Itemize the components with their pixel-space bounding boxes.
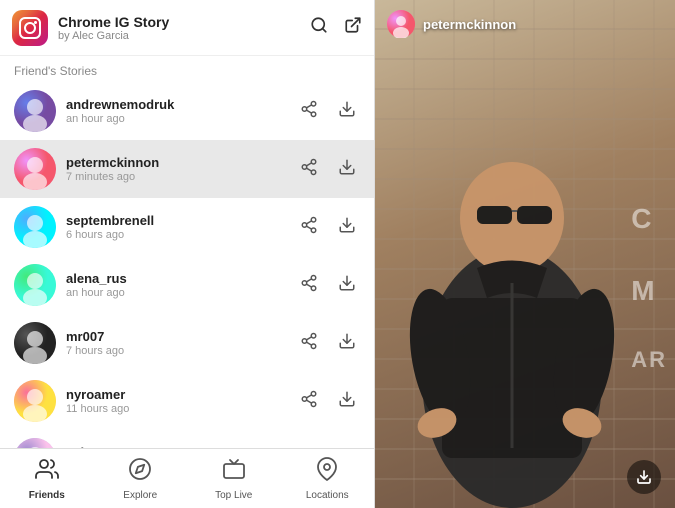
section-label: Friend's Stories	[0, 56, 374, 82]
story-info-mr007: mr007 7 hours ago	[66, 329, 296, 357]
search-icon[interactable]	[310, 16, 328, 39]
nav-label-explore: Explore	[123, 490, 157, 501]
story-username-nyroamer: nyroamer	[66, 387, 296, 402]
nav-icon-locations	[315, 457, 339, 487]
story-actions-andrewnemodruk	[296, 96, 360, 127]
share-icon-septembrenell[interactable]	[296, 212, 322, 243]
nav-icon-explore	[128, 457, 152, 487]
avatar-septembrenell	[14, 206, 56, 248]
nav-icon-friends	[35, 457, 59, 487]
story-actions-septembrenell	[296, 212, 360, 243]
person-figure	[382, 78, 642, 508]
story-info-petermckinnon: petermckinnon 7 minutes ago	[66, 155, 296, 183]
video-download-button[interactable]	[627, 460, 661, 494]
story-username-calsnape: calsnape	[66, 445, 296, 448]
overlay-ar: AR	[631, 347, 667, 373]
story-list: andrewnemodruk an hour ago petermckinnon…	[0, 82, 374, 448]
story-item-calsnape[interactable]: calsnape 12 hours ago	[0, 430, 374, 448]
story-time-petermckinnon: 7 minutes ago	[66, 171, 296, 183]
nav-label-locations: Locations	[306, 490, 349, 501]
story-time-nyroamer: 11 hours ago	[66, 403, 296, 415]
logo-inner	[19, 17, 41, 39]
story-username-mr007: mr007	[66, 329, 296, 344]
right-overlay-text: C M AR	[631, 203, 667, 373]
story-item-andrewnemodruk[interactable]: andrewnemodruk an hour ago	[0, 82, 374, 140]
story-info-septembrenell: septembrenell 6 hours ago	[66, 213, 296, 241]
avatar-alena_rus	[14, 264, 56, 306]
share-icon-andrewnemodruk[interactable]	[296, 96, 322, 127]
story-item-alena_rus[interactable]: alena_rus an hour ago	[0, 256, 374, 314]
download-icon-alena_rus[interactable]	[334, 270, 360, 301]
nav-icon-top-live	[222, 457, 246, 487]
story-actions-petermckinnon	[296, 154, 360, 185]
story-info-alena_rus: alena_rus an hour ago	[66, 271, 296, 299]
left-panel: Chrome IG Story by Alec Garcia Friend's …	[0, 0, 375, 508]
bottom-nav: Friends Explore Top Live Locations	[0, 448, 374, 508]
share-icon-alena_rus[interactable]	[296, 270, 322, 301]
avatar-nyroamer	[14, 380, 56, 422]
story-actions-alena_rus	[296, 270, 360, 301]
video-avatar	[387, 10, 415, 38]
story-item-septembrenell[interactable]: septembrenell 6 hours ago	[0, 198, 374, 256]
nav-label-top-live: Top Live	[215, 490, 252, 501]
story-info-nyroamer: nyroamer 11 hours ago	[66, 387, 296, 415]
app-header: Chrome IG Story by Alec Garcia	[0, 0, 374, 56]
story-actions-calsnape	[296, 444, 360, 449]
story-time-andrewnemodruk: an hour ago	[66, 113, 296, 125]
app-subtitle: by Alec Garcia	[58, 30, 310, 42]
story-username-alena_rus: alena_rus	[66, 271, 296, 286]
story-time-alena_rus: an hour ago	[66, 287, 296, 299]
share-icon-mr007[interactable]	[296, 328, 322, 359]
story-item-nyroamer[interactable]: nyroamer 11 hours ago	[0, 372, 374, 430]
story-time-septembrenell: 6 hours ago	[66, 229, 296, 241]
avatar-mr007	[14, 322, 56, 364]
nav-item-top-live[interactable]: Top Live	[187, 451, 281, 507]
nav-item-friends[interactable]: Friends	[0, 451, 94, 507]
download-icon-mr007[interactable]	[334, 328, 360, 359]
overlay-m: M	[631, 275, 667, 307]
story-item-mr007[interactable]: mr007 7 hours ago	[0, 314, 374, 372]
download-icon-septembrenell[interactable]	[334, 212, 360, 243]
header-text: Chrome IG Story by Alec Garcia	[58, 14, 310, 42]
video-username-text: petermckinnon	[423, 17, 516, 32]
logo-dot	[34, 21, 37, 24]
avatar-andrewnemodruk	[14, 90, 56, 132]
download-icon-petermckinnon[interactable]	[334, 154, 360, 185]
share-icon-petermckinnon[interactable]	[296, 154, 322, 185]
video-panel: petermckinnon C M AR	[375, 0, 675, 508]
share-icon-calsnape[interactable]	[296, 444, 322, 449]
app-logo	[12, 10, 48, 46]
download-icon-andrewnemodruk[interactable]	[334, 96, 360, 127]
download-icon-calsnape[interactable]	[334, 444, 360, 449]
story-username-septembrenell: septembrenell	[66, 213, 296, 228]
avatar-calsnape	[14, 438, 56, 448]
story-item-petermckinnon[interactable]: petermckinnon 7 minutes ago	[0, 140, 374, 198]
app-title: Chrome IG Story	[58, 14, 310, 30]
external-link-icon[interactable]	[344, 16, 362, 39]
header-icons	[310, 16, 362, 39]
story-username-petermckinnon: petermckinnon	[66, 155, 296, 170]
share-icon-nyroamer[interactable]	[296, 386, 322, 417]
story-actions-mr007	[296, 328, 360, 359]
download-icon-nyroamer[interactable]	[334, 386, 360, 417]
nav-item-explore[interactable]: Explore	[94, 451, 188, 507]
overlay-c: C	[631, 203, 667, 235]
story-actions-nyroamer	[296, 386, 360, 417]
story-info-calsnape: calsnape 12 hours ago	[66, 445, 296, 448]
story-time-mr007: 7 hours ago	[66, 345, 296, 357]
video-username-bar: petermckinnon	[387, 10, 516, 38]
story-info-andrewnemodruk: andrewnemodruk an hour ago	[66, 97, 296, 125]
avatar-petermckinnon	[14, 148, 56, 190]
story-username-andrewnemodruk: andrewnemodruk	[66, 97, 296, 112]
nav-item-locations[interactable]: Locations	[281, 451, 375, 507]
nav-label-friends: Friends	[29, 490, 65, 501]
